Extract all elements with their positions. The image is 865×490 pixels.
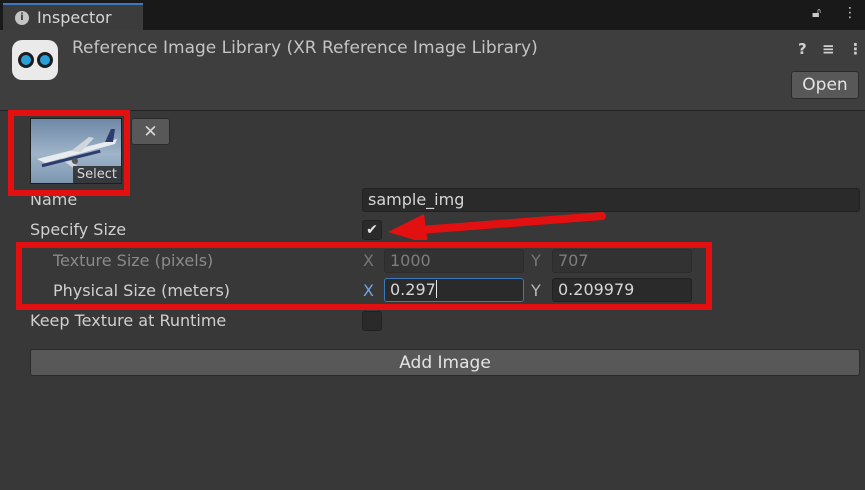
help-icon[interactable]: ? bbox=[798, 40, 807, 58]
keep-texture-checkbox[interactable] bbox=[362, 311, 382, 331]
open-button[interactable]: Open bbox=[791, 71, 859, 99]
lock-icon[interactable]: 🔓︎ bbox=[812, 5, 821, 21]
add-image-button[interactable]: Add Image bbox=[30, 349, 860, 376]
checkmark-icon: ✔ bbox=[366, 222, 378, 238]
xr-reference-library-icon bbox=[12, 40, 58, 80]
tab-label: Inspector bbox=[37, 8, 112, 27]
kebab-menu-icon[interactable]: ⋮ bbox=[843, 5, 857, 21]
annotation-arrow bbox=[388, 212, 606, 240]
specify-size-checkbox[interactable]: ✔ bbox=[362, 220, 382, 240]
asset-title: Reference Image Library (XR Reference Im… bbox=[72, 38, 538, 58]
annotation-box-thumbnail bbox=[8, 110, 130, 196]
inspector-header: Reference Image Library (XR Reference Im… bbox=[0, 30, 865, 111]
tab-inspector[interactable]: i Inspector bbox=[3, 3, 143, 30]
remove-image-button[interactable]: ✕ bbox=[131, 118, 170, 145]
info-icon: i bbox=[15, 10, 29, 25]
keep-texture-label: Keep Texture at Runtime bbox=[30, 311, 227, 330]
kebab-menu-icon[interactable]: ⋮ bbox=[848, 40, 863, 58]
specify-size-label: Specify Size bbox=[30, 220, 127, 239]
presets-icon[interactable]: ≡ bbox=[822, 40, 835, 58]
annotation-box-size-fields bbox=[16, 242, 712, 310]
tab-bar: i Inspector 🔓︎ ⋮ bbox=[0, 0, 865, 30]
